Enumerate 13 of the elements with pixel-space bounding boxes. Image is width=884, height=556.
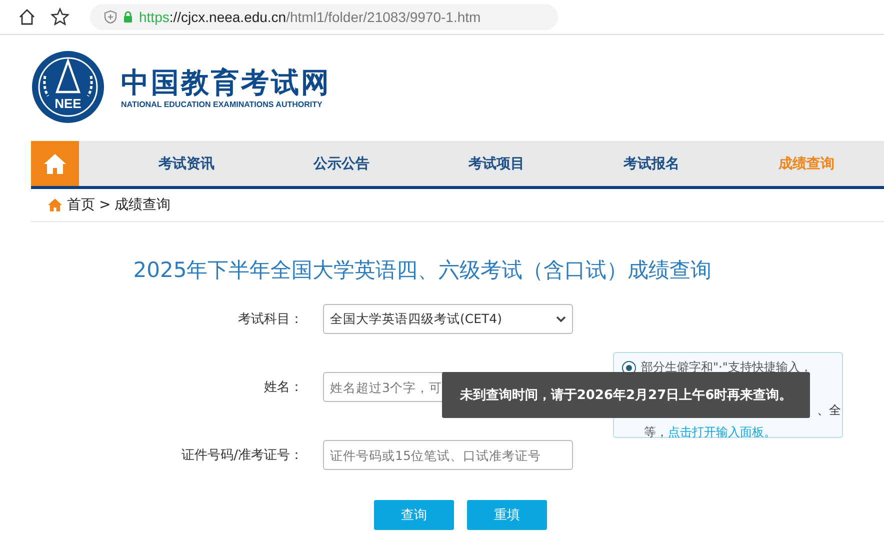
emblem-icon: NEE [31,50,105,124]
help-text: 、全 [817,403,841,417]
field-label: 考试科目： [237,311,304,328]
url-text: https://cjcx.neea.edu.cn/html1/folder/21083/9970-1.htm [139,9,481,25]
help-text: 等， [644,425,668,439]
site-subtitle: NATIONAL EDUCATION EXAMINATIONS AUTHORITY [121,100,324,108]
field-label: 证件号码/准考证号： [180,447,304,464]
page-title: 2025年下半年全国大学英语四、六级考试（含口试）成绩查询 [132,257,713,284]
time-toast: 未到查询时间，请于2026年2月27日上午6时再来查询。 [442,372,810,418]
field-label: 姓名： [263,379,304,396]
breadcrumb-separator: > [99,197,111,213]
breadcrumb-current: 成绩查询 [114,196,171,214]
site-title: 中国教育考试网 [121,66,331,100]
